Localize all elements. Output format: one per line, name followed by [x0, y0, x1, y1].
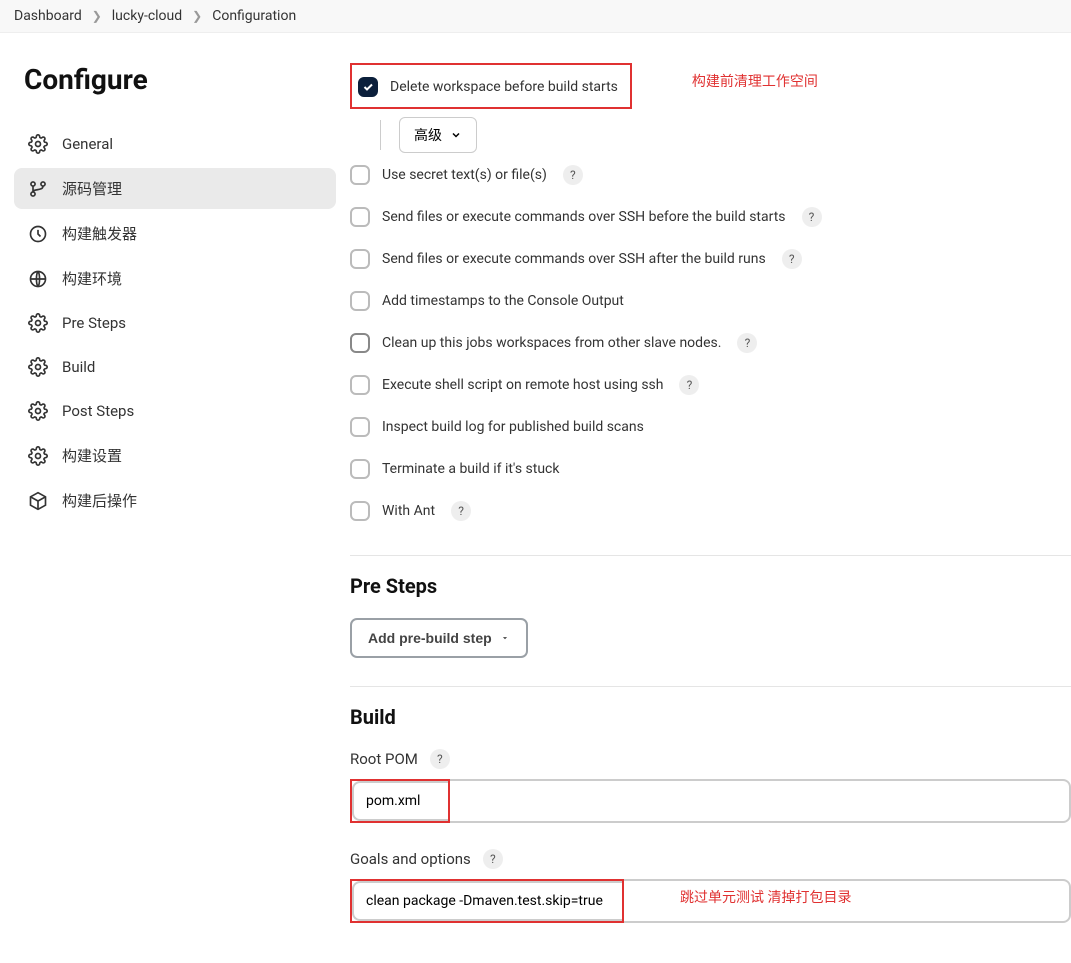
checkbox-label: Clean up this jobs workspaces from other… [382, 335, 721, 351]
sidebar-item-label: 构建设置 [62, 445, 122, 466]
sidebar-item-label: 源码管理 [62, 178, 122, 199]
sidebar-item-env[interactable]: 构建环境 [14, 258, 336, 299]
checkbox-delete-workspace[interactable] [358, 77, 378, 97]
checkbox-label: Use secret text(s) or file(s) [382, 167, 547, 183]
sidebar-item-build[interactable]: Build [14, 347, 336, 387]
checkbox-timestamps[interactable] [350, 291, 370, 311]
root-pom-row [350, 779, 1071, 823]
checkbox-label: Send files or execute commands over SSH … [382, 251, 766, 267]
chevron-right-icon: ❯ [92, 9, 102, 23]
sidebar-item-label: General [62, 135, 113, 153]
chevron-down-icon [450, 129, 462, 141]
help-icon[interactable]: ? [679, 375, 699, 395]
sidebar-item-postbuild[interactable]: 构建后操作 [14, 480, 336, 521]
breadcrumb-item-project[interactable]: lucky-cloud [112, 8, 182, 24]
highlight-goals [350, 879, 624, 923]
section-title-presteps: Pre Steps [350, 574, 1071, 598]
sidebar-item-general[interactable]: General [14, 124, 336, 164]
sidebar-item-buildsettings[interactable]: 构建设置 [14, 435, 336, 476]
gear-icon [28, 134, 48, 154]
gear-icon [28, 401, 48, 421]
sidebar-item-presteps[interactable]: Pre Steps [14, 303, 336, 343]
button-label: Add pre-build step [368, 630, 492, 646]
package-icon [28, 491, 48, 511]
checkbox-label: Add timestamps to the Console Output [382, 293, 624, 309]
clock-icon [28, 224, 48, 244]
divider [350, 686, 1071, 687]
tree-line [380, 120, 381, 150]
help-icon[interactable]: ? [737, 333, 757, 353]
checkbox-label: Send files or execute commands over SSH … [382, 209, 786, 225]
chevron-right-icon: ❯ [192, 9, 202, 23]
checkbox-label: Terminate a build if it's stuck [382, 461, 559, 477]
advanced-button[interactable]: 高级 [399, 117, 477, 153]
field-label-root-pom: Root POM ? [350, 749, 1071, 769]
help-icon[interactable]: ? [483, 849, 503, 869]
sidebar-item-label: 构建环境 [62, 268, 122, 289]
gear-icon [28, 313, 48, 333]
checkbox-ssh-before[interactable] [350, 207, 370, 227]
help-icon[interactable]: ? [782, 249, 802, 269]
add-prebuild-step-button[interactable]: Add pre-build step [350, 618, 528, 658]
sidebar-item-scm[interactable]: 源码管理 [14, 168, 336, 209]
checkbox-label: Execute shell script on remote host usin… [382, 377, 663, 393]
breadcrumb-item-configuration[interactable]: Configuration [212, 8, 296, 24]
checkbox-terminate-stuck[interactable] [350, 459, 370, 479]
checkbox-label: With Ant [382, 503, 435, 519]
checkbox-cleanup-workspaces[interactable] [350, 333, 370, 353]
checkbox-use-secret[interactable] [350, 165, 370, 185]
sidebar-item-label: Build [62, 358, 95, 376]
help-icon[interactable]: ? [802, 207, 822, 227]
checkbox-exec-shell-ssh[interactable] [350, 375, 370, 395]
gear-icon [28, 446, 48, 466]
globe-icon [28, 269, 48, 289]
help-icon[interactable]: ? [430, 749, 450, 769]
sidebar-item-triggers[interactable]: 构建触发器 [14, 213, 336, 254]
checkbox-inspect-log[interactable] [350, 417, 370, 437]
sidebar: Configure General 源码管理 构建触发器 构建环境 [0, 33, 350, 963]
gear-icon [28, 357, 48, 377]
main-content: Delete workspace before build starts 构建前… [350, 33, 1071, 963]
checkbox-with-ant[interactable] [350, 501, 370, 521]
sidebar-item-poststeps[interactable]: Post Steps [14, 391, 336, 431]
goals-row: 跳过单元测试 清掉打包目录 [350, 879, 1071, 923]
branch-icon [28, 179, 48, 199]
help-icon[interactable]: ? [563, 165, 583, 185]
caret-down-icon [500, 633, 510, 643]
root-pom-input[interactable] [352, 781, 448, 821]
advanced-button-label: 高级 [414, 125, 442, 145]
annotation-clean-workspace: 构建前清理工作空间 [692, 71, 818, 91]
breadcrumb: Dashboard ❯ lucky-cloud ❯ Configuration [0, 0, 1071, 33]
highlight-delete-workspace: Delete workspace before build starts [350, 63, 632, 109]
sidebar-item-label: 构建后操作 [62, 490, 137, 511]
page-title: Configure [24, 63, 326, 96]
goals-input[interactable] [352, 881, 622, 921]
section-title-build: Build [350, 705, 1071, 729]
sidebar-item-label: 构建触发器 [62, 223, 137, 244]
checkbox-label: Delete workspace before build starts [390, 79, 618, 95]
divider [350, 555, 1071, 556]
help-icon[interactable]: ? [451, 501, 471, 521]
checkbox-ssh-after[interactable] [350, 249, 370, 269]
label-text: Root POM [350, 750, 418, 768]
label-text: Goals and options [350, 850, 471, 868]
root-pom-input-tail[interactable] [450, 779, 1071, 823]
highlight-root-pom [350, 779, 450, 823]
breadcrumb-item-dashboard[interactable]: Dashboard [14, 8, 82, 24]
sidebar-item-label: Pre Steps [62, 314, 126, 332]
goals-input-tail[interactable] [624, 879, 1071, 923]
checkbox-label: Inspect build log for published build sc… [382, 419, 644, 435]
field-label-goals: Goals and options ? [350, 849, 1071, 869]
sidebar-item-label: Post Steps [62, 402, 134, 420]
